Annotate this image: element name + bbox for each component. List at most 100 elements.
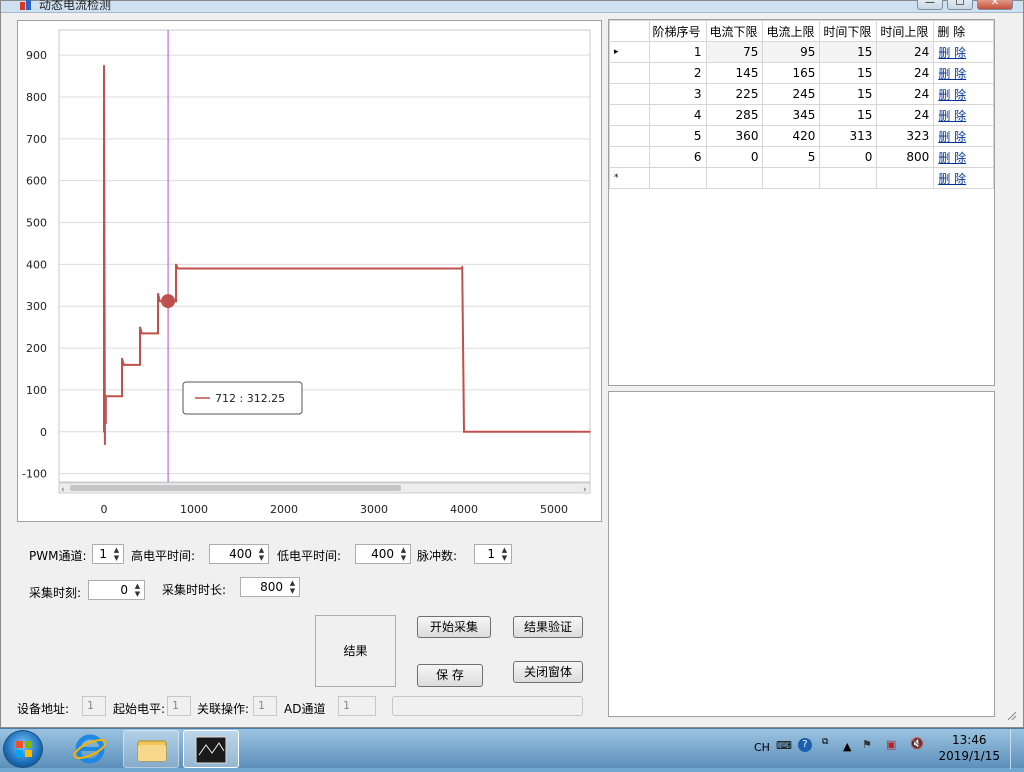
delete-cell[interactable]: 删 除 [933,62,994,84]
maximize-button[interactable]: ☐ [947,0,973,10]
row-header[interactable] [609,146,650,168]
delete-link[interactable]: 删 除 [938,67,966,81]
grid-row[interactable]: ▸ 1 75 95 15 24 删 除 [609,41,994,63]
cell-current-max[interactable]: 245 [762,83,821,105]
grid-row[interactable]: 5 360 420 313 323 删 除 [609,125,994,147]
cell-time-max[interactable]: 800 [876,146,935,168]
show-desktop-button[interactable] [1010,729,1024,769]
delete-link[interactable]: 删 除 [938,130,966,144]
row-header[interactable] [609,83,650,105]
delete-cell[interactable]: 删 除 [933,146,994,168]
cell-current-min[interactable]: 225 [705,83,764,105]
cell-current-min[interactable]: 145 [705,62,764,84]
grid-row[interactable]: 6 0 5 0 800 删 除 [609,146,994,168]
help-icon[interactable]: ? [798,738,812,752]
cell-step[interactable]: 5 [648,125,707,147]
row-header[interactable] [609,125,650,147]
cell-current-min[interactable] [705,167,764,189]
sample-time-stepper[interactable]: 0 ▲ ▼ [88,580,145,600]
col-header-time-max[interactable]: 时间上限 [876,20,935,42]
grid-row[interactable]: 3 225 245 15 24 删 除 [609,83,994,105]
show-hidden-icons-icon[interactable]: ▲ [843,740,851,753]
row-header[interactable]: ▸ [609,41,650,63]
cell-current-min[interactable]: 0 [705,146,764,168]
delete-cell[interactable]: 删 除 [933,83,994,105]
row-header[interactable]: * [609,167,650,189]
delete-cell[interactable]: 删 除 [933,125,994,147]
cell-time-min[interactable]: 0 [819,146,878,168]
delete-cell[interactable]: 删 除 [933,41,994,63]
sample-duration-stepper[interactable]: 800 ▲ ▼ [240,577,300,597]
cell-time-min[interactable]: 15 [819,83,878,105]
cell-time-min[interactable]: 15 [819,62,878,84]
delete-cell[interactable]: 删 除 [933,104,994,126]
cell-current-max[interactable]: 165 [762,62,821,84]
chart-canvas[interactable]: -100 0 100 200 300 400 500 600 700 800 900 0 1000 200… [18,21,601,521]
delete-cell[interactable]: 删 除 [933,167,994,189]
language-indicator[interactable]: CH [754,741,770,754]
cell-time-max[interactable]: 24 [876,104,935,126]
cell-time-max[interactable] [876,167,935,189]
taskbar-explorer[interactable] [123,730,179,768]
col-header-step[interactable]: 阶梯序号 [648,20,707,42]
spin-arrows-icon[interactable]: ▲ ▼ [398,546,409,562]
cell-current-min[interactable]: 75 [705,41,764,63]
delete-link[interactable]: 删 除 [938,151,966,165]
keyboard-icon[interactable]: ⌨ [776,739,792,752]
row-header[interactable] [609,62,650,84]
cell-time-max[interactable]: 24 [876,62,935,84]
cell-time-min[interactable]: 313 [819,125,878,147]
resize-grip-icon[interactable] [1005,709,1017,721]
high-level-stepper[interactable]: 400 ▲ ▼ [209,544,269,564]
cell-step[interactable]: 6 [648,146,707,168]
low-level-stepper[interactable]: 400 ▲ ▼ [355,544,411,564]
cell-current-max[interactable] [762,167,821,189]
close-window-button[interactable]: ✕ [977,0,1013,10]
start-button[interactable] [3,730,43,768]
current-chart[interactable]: -100 0 100 200 300 400 500 600 700 800 900 0 1000 200… [17,20,602,522]
cell-time-min[interactable]: 15 [819,104,878,126]
grid-row[interactable]: 2 145 165 15 24 删 除 [609,62,994,84]
spin-arrows-icon[interactable]: ▲ ▼ [499,546,510,562]
spin-arrows-icon[interactable]: ▲ ▼ [287,579,298,595]
taskbar-app[interactable] [183,730,239,768]
cell-current-min[interactable]: 285 [705,104,764,126]
cell-current-max[interactable]: 5 [762,146,821,168]
taskbar-ie[interactable] [62,730,118,768]
cell-step[interactable]: 3 [648,83,707,105]
cell-current-max[interactable]: 95 [762,41,821,63]
start-acquisition-button[interactable]: 开始采集 [417,616,491,638]
col-header-current-min[interactable]: 电流下限 [705,20,764,42]
options-icon[interactable]: ⧉ [822,737,828,747]
cell-time-min[interactable]: 15 [819,41,878,63]
step-grid[interactable]: 阶梯序号 电流下限 电流上限 时间下限 时间上限 删 除 ▸ 1 75 95 15 24 删… [608,19,995,386]
grid-row[interactable]: * 删 除 [609,167,994,189]
clock[interactable]: 13:46 2019/1/15 [938,732,1000,764]
row-header[interactable] [609,104,650,126]
pulse-count-stepper[interactable]: 1 ▲ ▼ [474,544,512,564]
delete-link[interactable]: 删 除 [938,88,966,102]
spin-arrows-icon[interactable]: ▲ ▼ [132,582,143,598]
spin-arrows-icon[interactable]: ▲ ▼ [256,546,267,562]
volume-muted-icon[interactable]: 🔇 [910,737,924,750]
result-button[interactable]: 结果 [315,615,396,687]
close-form-button[interactable]: 关闭窗体 [513,661,583,683]
cell-step[interactable]: 2 [648,62,707,84]
cell-time-max[interactable]: 323 [876,125,935,147]
delete-link[interactable]: 删 除 [938,172,966,186]
cell-step[interactable]: 4 [648,104,707,126]
col-header-current-max[interactable]: 电流上限 [762,20,821,42]
pwm-stepper[interactable]: 1 ▲ ▼ [92,544,124,564]
step-table[interactable]: 阶梯序号 电流下限 电流上限 时间下限 时间上限 删 除 ▸ 1 75 95 15 24 删… [609,20,994,189]
delete-link[interactable]: 删 除 [938,109,966,123]
cell-step[interactable] [648,167,707,189]
action-center-flag-icon[interactable]: ⚑ [862,738,872,751]
verify-result-button[interactable]: 结果验证 [513,616,583,638]
cell-current-max[interactable]: 420 [762,125,821,147]
network-icon[interactable]: ▣ [886,738,896,751]
cell-time-max[interactable]: 24 [876,41,935,63]
col-header-delete[interactable]: 删 除 [933,20,994,42]
cell-time-min[interactable] [819,167,878,189]
delete-link[interactable]: 删 除 [938,46,966,60]
cell-step[interactable]: 1 [648,41,707,63]
